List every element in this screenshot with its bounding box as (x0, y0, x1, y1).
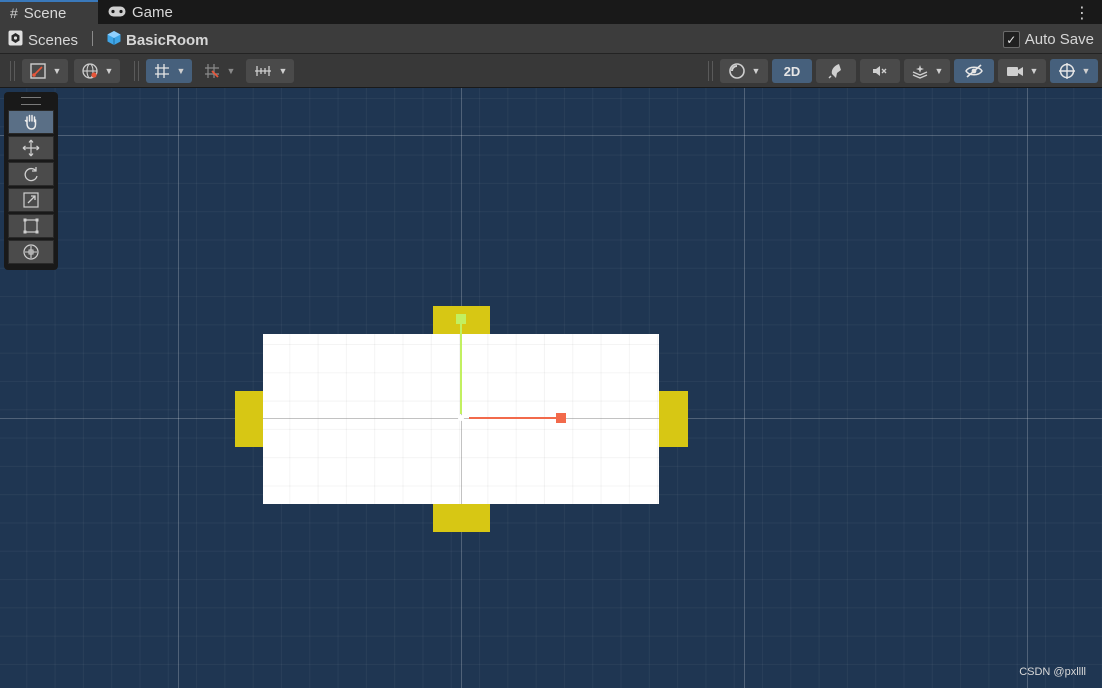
chevron-down-icon: ▼ (52, 66, 62, 76)
chevron-down-icon: ▼ (226, 66, 236, 76)
tab-scene[interactable]: # Scene (0, 0, 98, 24)
tool-handle-position-button[interactable]: ▼ (22, 59, 68, 83)
tool-palette (4, 92, 58, 270)
grid-snapping-button[interactable]: ▼ (198, 59, 240, 83)
breadcrumb-separator (92, 31, 93, 46)
breadcrumb-scene[interactable]: BasicRoom (106, 30, 209, 50)
breadcrumb-scenes[interactable]: Scenes (8, 30, 78, 50)
breadcrumb: Scenes BasicRoom ✓ Auto Save (0, 24, 1102, 54)
effects-button[interactable]: ▼ (904, 59, 950, 83)
breadcrumb-scene-label: BasicRoom (126, 31, 209, 49)
gizmo-y-handle[interactable] (456, 314, 466, 324)
auto-save-toggle[interactable]: ✓ Auto Save (1002, 31, 1094, 48)
move-gizmo[interactable] (0, 88, 1102, 688)
increment-snapping-button[interactable]: ▼ (246, 59, 294, 83)
lighting-icon (828, 64, 841, 79)
mute-speaker-icon (873, 66, 887, 76)
gizmo-center[interactable] (458, 415, 464, 421)
scene-camera-button[interactable]: ▼ (998, 59, 1046, 83)
gamepad-icon (108, 4, 126, 20)
chevron-down-icon: ▼ (104, 66, 114, 76)
tab-game-label: Game (132, 3, 173, 21)
grid-icon: # (10, 5, 18, 21)
tab-bar: # Scene Game ⋮ (0, 0, 1102, 24)
auto-save-checkbox[interactable]: ✓ (1002, 31, 1020, 48)
watermark: CSDN @pxllll (1019, 666, 1086, 678)
toolbar-grip[interactable] (708, 61, 713, 81)
gizmos-icon (1058, 63, 1075, 79)
scene-cube-icon (106, 30, 122, 50)
scene-toolbar: ▼ ▼ ▼ ▼ ▼ ▼ 2D ▼ ▼ ▼ (0, 54, 1102, 88)
move-tool-button[interactable] (8, 136, 54, 160)
chevron-down-icon: ▼ (1081, 66, 1091, 76)
draw-mode-button[interactable]: ▼ (720, 59, 768, 83)
gizmo-x-handle[interactable] (556, 413, 566, 423)
toolbar-grip[interactable] (134, 61, 139, 81)
scale-tool-button[interactable] (8, 188, 54, 212)
chevron-down-icon: ▼ (934, 66, 944, 76)
grid-snap-icon (204, 64, 219, 78)
hand-icon (24, 114, 37, 130)
shaded-sphere-icon (728, 63, 745, 79)
grid-visibility-button[interactable]: ▼ (146, 59, 192, 83)
scale-icon (23, 192, 39, 208)
transform-all-icon (23, 244, 39, 260)
unity-logo-icon (8, 30, 23, 50)
chevron-down-icon: ▼ (1029, 66, 1039, 76)
palette-drag-handle[interactable] (21, 97, 41, 105)
global-icon (81, 63, 98, 79)
pivot-icon (29, 63, 46, 79)
auto-save-label: Auto Save (1024, 31, 1094, 48)
audio-toggle-button[interactable] (860, 59, 900, 83)
gizmos-button[interactable]: ▼ (1050, 59, 1098, 83)
hand-tool-button[interactable] (8, 110, 54, 134)
breadcrumb-scenes-label: Scenes (28, 31, 79, 49)
transform-tool-button[interactable] (8, 240, 54, 264)
lighting-toggle-button[interactable] (816, 59, 856, 83)
scene-visibility-button[interactable] (954, 59, 994, 83)
more-options-icon[interactable]: ⋮ (1074, 3, 1090, 23)
increment-snap-icon (254, 66, 271, 76)
grid-visibility-icon (154, 64, 169, 78)
chevron-down-icon: ▼ (751, 66, 761, 76)
move-arrows-icon (22, 139, 40, 157)
rotate-tool-button[interactable] (8, 162, 54, 186)
scene-viewport[interactable]: CSDN @pxllll (0, 88, 1102, 688)
tool-handle-rotation-button[interactable]: ▼ (74, 59, 120, 83)
tab-game[interactable]: Game (104, 0, 194, 24)
layers-effects-icon (912, 65, 927, 79)
toolbar-grip[interactable] (10, 61, 15, 81)
chevron-down-icon: ▼ (278, 66, 288, 76)
tab-scene-label: Scene (23, 4, 67, 22)
hidden-eye-icon (965, 64, 983, 78)
toggle-2d-button[interactable]: 2D (772, 59, 812, 83)
rotate-icon (24, 167, 38, 182)
chevron-down-icon: ▼ (176, 66, 186, 76)
rect-transform-icon (23, 218, 39, 234)
rect-tool-button[interactable] (8, 214, 54, 238)
camera-icon (1006, 67, 1023, 76)
